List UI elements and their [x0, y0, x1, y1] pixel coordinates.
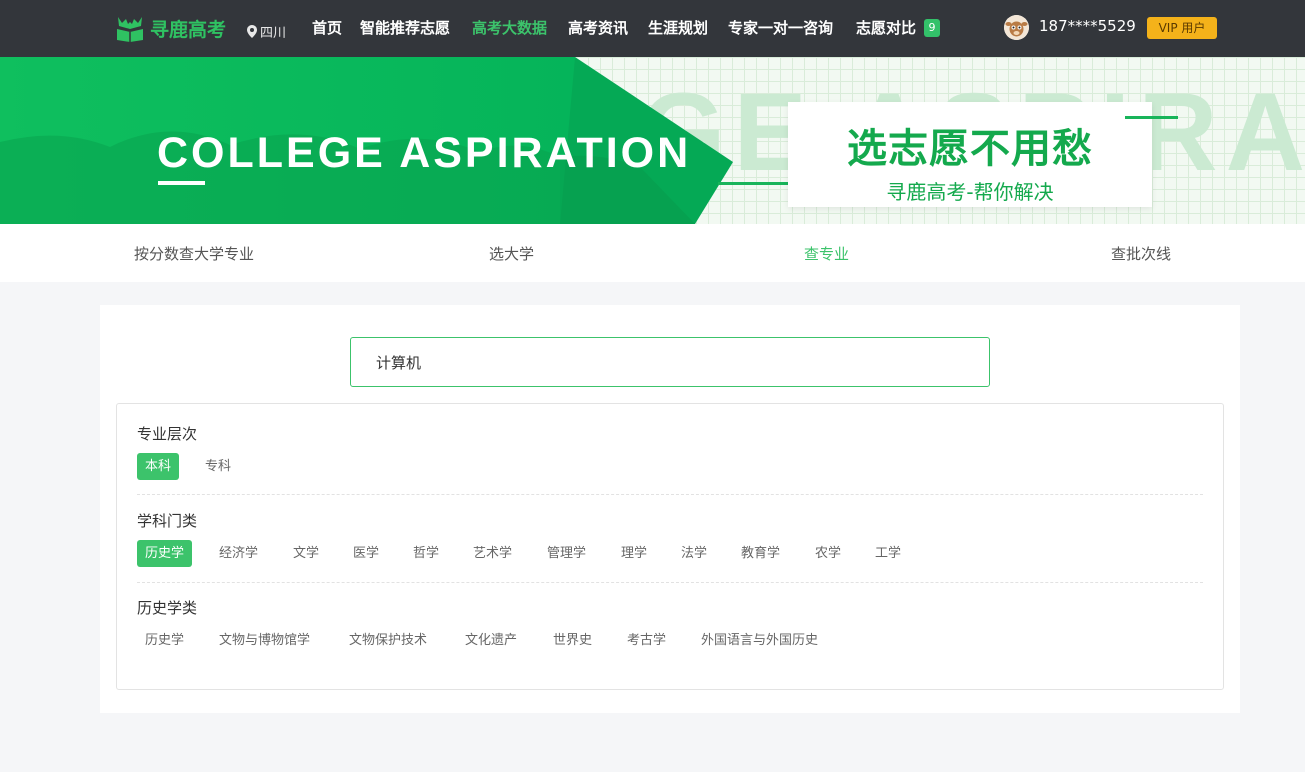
deer-book-logo-icon	[117, 17, 143, 42]
category-options: 历史学 文物与博物馆学 文物保护技术 文化遗产 世界史 考古学 外国语言与外国历…	[137, 627, 1203, 654]
tab-search-major[interactable]: 查专业	[804, 243, 849, 264]
nav-item-smart-recommend[interactable]: 智能推荐志愿	[360, 17, 450, 38]
major-search-panel: 专业层次 本科 专科 学科门类 历史学 经济学 文学 医学 哲学 艺术学 管理学…	[100, 305, 1240, 713]
brand-name: 寻鹿高考	[150, 18, 227, 41]
banner-title-underline	[158, 181, 205, 185]
discipline-option[interactable]: 工学	[867, 540, 909, 567]
tab-score-query[interactable]: 按分数查大学专业	[134, 243, 254, 264]
category-option[interactable]: 考古学	[619, 627, 674, 654]
tab-choose-university[interactable]: 选大学	[489, 243, 534, 264]
level-options: 本科 专科	[137, 453, 1203, 480]
filter-group-category: 历史学类 历史学 文物与博物馆学 文物保护技术 文化遗产 世界史 考古学 外国语…	[137, 598, 1203, 654]
location-pin-icon	[247, 25, 257, 38]
filter-title-level: 专业层次	[137, 425, 198, 443]
nav-item-news[interactable]: 高考资讯	[568, 17, 628, 38]
filter-group-discipline: 学科门类 历史学 经济学 文学 医学 哲学 艺术学 管理学 理学 法学 教育学 …	[137, 511, 1203, 567]
slogan-sub-text: 寻鹿高考-帮你解决	[886, 180, 1054, 204]
major-search-input[interactable]	[350, 337, 990, 387]
user-phone[interactable]: 187****5529	[1039, 17, 1136, 35]
nav-item-home[interactable]: 首页	[312, 17, 342, 38]
discipline-option[interactable]: 法学	[673, 540, 715, 567]
nav-item-compare[interactable]: 志愿对比	[856, 17, 916, 38]
category-option[interactable]: 历史学	[137, 627, 192, 654]
banner-title: COLLEGE ASPIRATION	[157, 129, 692, 177]
banner-slogan-card: 选志愿不用愁 寻鹿高考-帮你解决	[788, 102, 1152, 207]
category-option[interactable]: 世界史	[545, 627, 600, 654]
brand-logo[interactable]: 寻鹿高考	[115, 13, 226, 43]
filter-divider	[137, 494, 1203, 495]
discipline-options: 历史学 经济学 文学 医学 哲学 艺术学 管理学 理学 法学 教育学 农学 工学	[137, 540, 1203, 567]
user-avatar[interactable]	[1004, 15, 1029, 40]
deer-avatar-icon	[1004, 15, 1029, 40]
discipline-option[interactable]: 历史学	[137, 540, 193, 567]
discipline-option[interactable]: 农学	[807, 540, 849, 567]
category-option[interactable]: 文物与博物馆学	[211, 627, 318, 654]
hero-banner: GE ASPIRAT COLLEGE ASPIRATION 选志愿不用愁 寻鹿高…	[0, 57, 1305, 224]
compare-count-badge: 9	[924, 19, 940, 37]
category-option[interactable]: 外国语言与外国历史	[693, 627, 826, 654]
discipline-option[interactable]: 医学	[345, 540, 387, 567]
filter-group-level: 专业层次 本科 专科	[137, 424, 1203, 480]
location-selector[interactable]: 四川	[247, 22, 286, 41]
discipline-option[interactable]: 管理学	[539, 540, 594, 567]
top-navbar: 寻鹿高考 四川 首页 智能推荐志愿 高考大数据 高考资讯 生涯规划 专家一对一咨…	[0, 0, 1305, 57]
location-label: 四川	[260, 26, 287, 41]
nav-item-big-data[interactable]: 高考大数据	[472, 17, 547, 38]
filter-title-discipline: 学科门类	[137, 512, 198, 530]
discipline-option[interactable]: 教育学	[733, 540, 788, 567]
level-option-undergrad[interactable]: 本科	[137, 453, 180, 480]
category-option[interactable]: 文物保护技术	[341, 627, 435, 654]
discipline-option[interactable]: 理学	[613, 540, 655, 567]
vip-badge[interactable]: VIP 用户	[1147, 17, 1217, 39]
discipline-option[interactable]: 文学	[285, 540, 327, 567]
discipline-option[interactable]: 经济学	[211, 540, 266, 567]
discipline-option[interactable]: 艺术学	[465, 540, 520, 567]
nav-item-expert-consult[interactable]: 专家一对一咨询	[728, 17, 833, 38]
filter-panel: 专业层次 本科 专科 学科门类 历史学 经济学 文学 医学 哲学 艺术学 管理学…	[116, 403, 1224, 690]
slogan-main-text: 选志愿不用愁	[847, 126, 1093, 172]
filter-title-category: 历史学类	[137, 599, 198, 617]
nav-item-career-planning[interactable]: 生涯规划	[648, 17, 708, 38]
tab-batch-line[interactable]: 查批次线	[1111, 243, 1171, 264]
banner-deco-line-top	[1125, 116, 1178, 119]
category-option[interactable]: 文化遗产	[457, 627, 525, 654]
level-option-junior-college[interactable]: 专科	[197, 453, 239, 480]
discipline-option[interactable]: 哲学	[405, 540, 447, 567]
filter-divider	[137, 582, 1203, 583]
query-tab-bar: 按分数查大学专业 选大学 查专业 查批次线	[0, 224, 1305, 282]
